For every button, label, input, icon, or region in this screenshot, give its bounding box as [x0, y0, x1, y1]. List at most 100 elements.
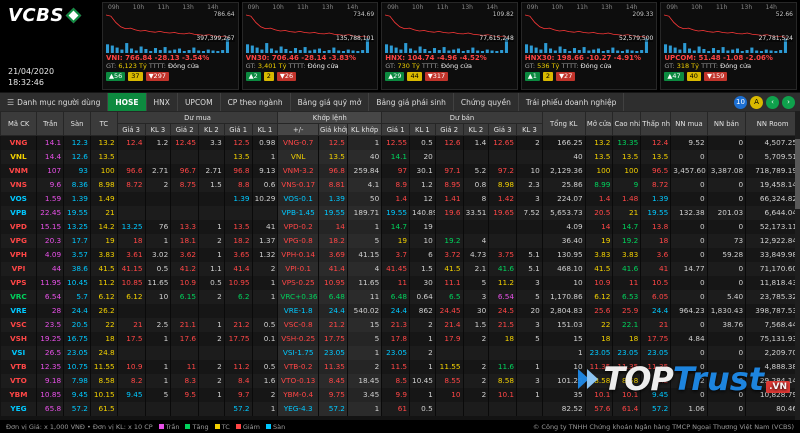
cell-ticker[interactable]: VPI — [0, 261, 38, 276]
sub-col-header[interactable]: KL 2 — [462, 123, 490, 136]
stock-row-VPB[interactable]: VPB 22.45 19.55 21 VPB-1.45 19.55 189.71 19.55 1… — [0, 205, 800, 220]
cell-ticker[interactable]: VSH — [0, 331, 38, 346]
scrollbar-thumb[interactable] — [795, 139, 800, 209]
index-panel-HNX30[interactable]: 09h 10h 11h 13h 14h 209.33 52,579,500 HNX30: 19… — [520, 2, 658, 90]
tab-chứng-quyền[interactable]: Chứng quyền — [454, 93, 519, 111]
stock-row-VRE[interactable]: VRE 28 24.4 26.2 VRE-1.8 24.4 540.02 24.4 862 24.… — [0, 303, 800, 318]
stock-row-VPD[interactable]: VPD 15.15 13.25 14.2 13.25 76 13.3 1 13.5 41 VPD-0… — [0, 219, 800, 234]
tab-bảng-giá-quỹ-mở[interactable]: Bảng giá quỹ mở — [291, 93, 370, 111]
cell-ticker[interactable]: VRC — [0, 289, 38, 304]
stock-row-VNL[interactable]: VNL 14.4 12.6 13.5 13.5 1 VNL 13.5 40 14.1 20 40 13.… — [0, 149, 800, 164]
cell-ticker[interactable]: VPD — [0, 219, 38, 234]
cell-ticker[interactable]: VOS — [0, 191, 38, 206]
sub-col-header[interactable]: Giá 3 — [116, 123, 146, 136]
index-panel-VNI[interactable]: 09h 10h 11h 13h 14h 786.64 397,399,267 VNI: 766… — [102, 2, 239, 90]
cell-bid-vol-2 — [198, 303, 225, 318]
cell-ticker[interactable]: VNG — [0, 135, 38, 150]
sub-col-header[interactable]: KL 3 — [516, 123, 543, 136]
sub-col-header[interactable]: Giá khớp — [318, 123, 348, 136]
cell-ticker[interactable]: VPH — [0, 247, 38, 262]
stock-row-VNM[interactable]: VNM 107 93 100 96.6 2.71 96.7 2.71 96.8 9.13 VNM-3… — [0, 163, 800, 178]
sub-col-header[interactable]: KL 2 — [198, 123, 225, 136]
cell-ticker[interactable]: VTB — [0, 359, 38, 374]
cell-ask-price-2: 19.2 — [435, 233, 464, 248]
cell-ticker[interactable]: YEG — [0, 401, 38, 416]
stock-row-VSI[interactable]: VSI 26.5 23.05 24.8 VSI-1.75 23.05 1 23.05 2 1 23.… — [0, 345, 800, 360]
col-header[interactable]: Cao nhất — [612, 111, 642, 136]
stock-row-YEG[interactable]: YEG 65.8 57.2 61.5 57.2 1 YEG-4.3 57.2 1 61 0.5 82.… — [0, 401, 800, 416]
cell-bid-price-1: 10.95 — [224, 275, 253, 290]
stock-row-VOS[interactable]: VOS 1.59 1.39 1.49 1.39 10.29 VOS-0.1 1.39 50 1.4… — [0, 191, 800, 206]
stock-row-VPH[interactable]: VPH 4.09 3.57 3.83 3.61 3.02 3.62 1 3.65 1.32 VPH-… — [0, 247, 800, 262]
cell-foreign-buy: 9.52 — [670, 135, 708, 150]
cell-foreign-room: 5,709.51 — [745, 149, 800, 164]
col-header[interactable]: Tổng KL — [541, 111, 586, 136]
stock-row-VNS[interactable]: VNS 9.6 8.36 8.98 8.72 2 8.75 1.5 8.8 0.6 VNS-0.17… — [0, 177, 800, 192]
sub-col-header[interactable]: Giá 2 — [434, 123, 464, 136]
vertical-scrollbar[interactable] — [795, 111, 800, 420]
tab-danh-mục-người-dùng[interactable]: ☰ Danh mục người dùng — [0, 93, 109, 111]
sub-col-header[interactable]: Giá 3 — [488, 123, 518, 136]
stock-row-VSH[interactable]: VSH 19.25 16.75 18 17.5 1 17.6 2 17.75 0.1 VSH-0.2… — [0, 331, 800, 346]
cell-bid-vol-2: 2.71 — [198, 163, 225, 178]
tab-trái-phiếu-doanh-nghiệp[interactable]: Trái phiếu doanh nghiệp — [519, 93, 625, 111]
cell-reference: 18 — [90, 331, 118, 346]
cell-ticker[interactable]: VTO — [0, 373, 38, 388]
sub-col-header[interactable]: KL 3 — [144, 123, 172, 136]
tab-hose[interactable]: HOSE — [108, 93, 147, 111]
sub-col-header[interactable]: Giá 1 — [223, 123, 253, 136]
col-header[interactable]: NN Room — [745, 111, 800, 136]
cell-bid-price-1: 41.4 — [224, 261, 253, 276]
col-header[interactable]: Trần — [36, 111, 65, 136]
cell-ticker[interactable]: VNL — [0, 149, 38, 164]
cell-ticker[interactable]: YBM — [0, 387, 38, 402]
sub-col-header[interactable]: KL khớp — [346, 123, 383, 136]
col-header[interactable]: Sàn — [63, 111, 91, 136]
font-size-button[interactable]: 10 — [734, 95, 747, 109]
index-panel-VN30[interactable]: 09h 10h 11h 13h 14h 734.69 135,788,101 VN30: 70… — [241, 2, 379, 90]
col-header[interactable]: Thấp nhất — [640, 111, 672, 136]
cell-floor: 8.36 — [63, 177, 91, 192]
cell-ticker[interactable]: VPB — [0, 205, 38, 220]
col-header[interactable]: Mã CK — [0, 111, 38, 136]
stock-row-VRC[interactable]: VRC 6.54 5.7 6.12 6.12 10 6.15 2 6.2 1 VRC+0.36 6.4… — [0, 289, 800, 304]
display-mode-button[interactable]: A — [750, 95, 763, 109]
stock-row-VNG[interactable]: VNG 14.1 12.3 13.2 12.4 1.2 12.45 3.3 12.5 0.98 VN… — [0, 135, 800, 150]
index-panel-HNX[interactable]: 09h 10h 11h 13h 14h 109.82 77,615,248 HNX: 104.… — [381, 2, 518, 90]
cell-ask-vol-1: 12 — [409, 191, 436, 206]
col-header[interactable]: NN bán — [706, 111, 747, 136]
cell-bid-vol-3 — [145, 191, 172, 206]
next-page-button[interactable]: › — [782, 95, 795, 109]
cell-ask-vol-2: 4.73 — [463, 247, 490, 262]
stock-row-VPS[interactable]: VPS 11.95 10.45 11.2 10.85 11.65 10.9 0.5 10.95 1… — [0, 275, 800, 290]
col-header[interactable]: TC — [89, 111, 118, 136]
cell-ticker[interactable]: VNS — [0, 177, 38, 192]
col-header[interactable]: Mở cửa — [584, 111, 614, 136]
cell-bid-price-1 — [224, 303, 253, 318]
cell-ticker[interactable]: VRE — [0, 303, 38, 318]
stock-row-VSC[interactable]: VSC 23.5 20.5 22 21 2.5 21.1 1 21.2 0.5 VSC-0.8 21.… — [0, 317, 800, 332]
col-header[interactable]: NN mua — [670, 111, 708, 136]
watermark-vn-badge: .VN — [766, 381, 790, 393]
stock-row-VPI[interactable]: VPI 44 38.6 41.5 41.15 0.5 41.2 1.1 41.4 2 VPI-0.1… — [0, 261, 800, 276]
prev-page-button[interactable]: ‹ — [766, 95, 779, 109]
sub-col-header[interactable]: KL 1 — [409, 123, 436, 136]
tab-upcom[interactable]: UPCOM — [178, 93, 221, 111]
cell-ticker[interactable]: VNM — [0, 163, 38, 178]
cell-ticker[interactable]: VPS — [0, 275, 38, 290]
cell-ticker[interactable]: VSC — [0, 317, 38, 332]
cell-reference: 11.55 — [90, 359, 118, 374]
sub-col-header[interactable]: Giá 2 — [170, 123, 200, 136]
sub-col-header[interactable]: Giá 1 — [381, 123, 411, 136]
index-panel-UPCOM[interactable]: 09h 10h 11h 13h 14h 52.66 27,781,524 UPCOM: 51.… — [660, 2, 797, 90]
tab-hnx[interactable]: HNX — [147, 93, 178, 111]
stock-row-VPG[interactable]: VPG 20.3 17.7 19 18 1 18.1 2 18.2 1.37 VPG-0.8 18.2… — [0, 233, 800, 248]
cell-ticker[interactable]: VPG — [0, 233, 38, 248]
sub-col-header[interactable]: KL 1 — [251, 123, 279, 136]
vcbs-logo[interactable]: VCBS — [8, 5, 96, 26]
cell-bid-price-3: 8.2 — [117, 373, 146, 388]
sub-col-header[interactable]: +/- — [277, 123, 320, 136]
tab-bảng-giá-phái-sinh[interactable]: Bảng giá phái sinh — [369, 93, 454, 111]
tab-cp-theo-ngành[interactable]: CP theo ngành — [221, 93, 291, 111]
cell-ticker[interactable]: VSI — [0, 345, 38, 360]
